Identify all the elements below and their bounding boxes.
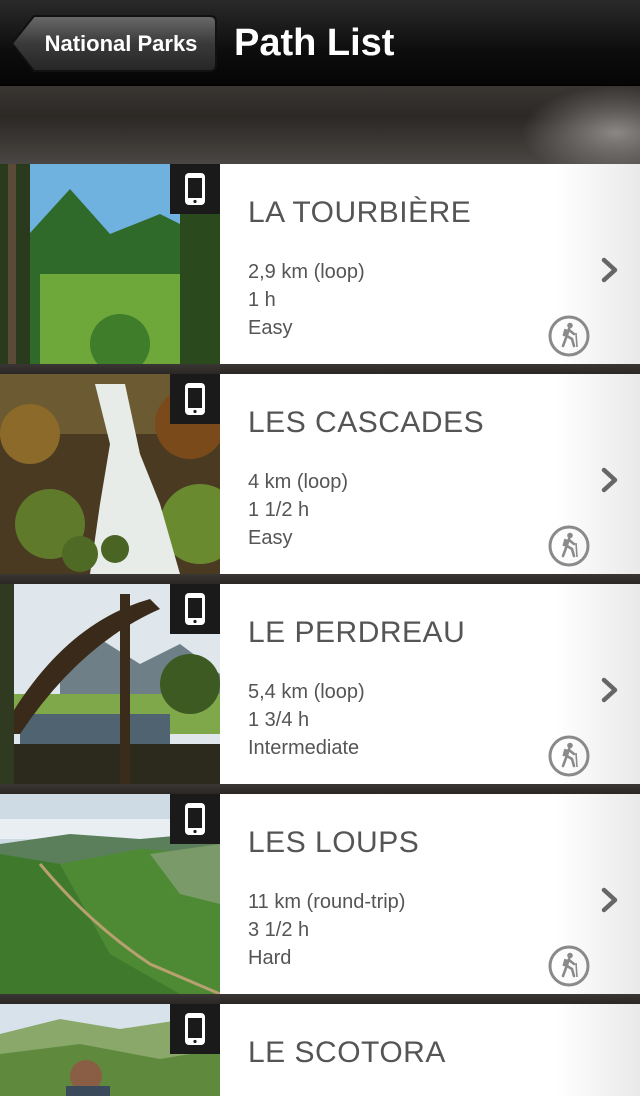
- trail-duration: 1 3/4 h: [248, 709, 310, 731]
- chevron-right-icon: [601, 257, 618, 283]
- row-separator: [0, 784, 640, 794]
- trail-card: LES CASCADES 4 km (loop) 1 1/2 h Easy: [220, 374, 640, 574]
- trail-details: 2,9 km (loop) 1 h Easy: [248, 258, 365, 342]
- trail-distance: 4 km (loop): [248, 471, 349, 493]
- trail-duration: 1 h: [248, 289, 276, 311]
- row-separator: [0, 364, 640, 374]
- trail-duration: 3 1/2 h: [248, 919, 310, 941]
- trail-difficulty: Intermediate: [248, 737, 360, 759]
- trail-name: LE SCOTORA: [248, 1036, 446, 1069]
- header-photo-strip: [0, 86, 640, 164]
- trail-name: LA TOURBIÈRE: [248, 196, 472, 229]
- trail-card: LE SCOTORA: [220, 1004, 640, 1096]
- mobile-phone-icon: [170, 164, 220, 214]
- trail-distance: 5,4 km (loop): [248, 681, 365, 703]
- hiker-icon: [548, 315, 590, 357]
- mobile-phone-icon: [170, 374, 220, 424]
- chevron-right-icon: [601, 677, 618, 703]
- trail-distance: 2,9 km (loop): [248, 261, 365, 283]
- trail-name: LES LOUPS: [248, 826, 420, 859]
- trail-details: 5,4 km (loop) 1 3/4 h Intermediate: [248, 678, 365, 762]
- trail-card: LA TOURBIÈRE 2,9 km (loop) 1 h Easy: [220, 164, 640, 364]
- trail-details: 11 km (round-trip) 3 1/2 h Hard: [248, 888, 405, 972]
- chevron-right-icon: [601, 467, 618, 493]
- trail-row[interactable]: LES CASCADES 4 km (loop) 1 1/2 h Easy: [0, 374, 640, 574]
- trail-card: LE PERDREAU 5,4 km (loop) 1 3/4 h Interm…: [220, 584, 640, 784]
- hiker-icon: [548, 945, 590, 987]
- trail-difficulty: Hard: [248, 947, 292, 969]
- trail-row[interactable]: LES LOUPS 11 km (round-trip) 3 1/2 h Har…: [0, 794, 640, 994]
- row-separator: [0, 994, 640, 1004]
- trail-name: LES CASCADES: [248, 406, 485, 439]
- trail-card: LES LOUPS 11 km (round-trip) 3 1/2 h Har…: [220, 794, 640, 994]
- hiker-icon: [548, 735, 590, 777]
- row-separator: [0, 574, 640, 584]
- mobile-phone-icon: [170, 794, 220, 844]
- trail-row[interactable]: LE SCOTORA: [0, 1004, 640, 1096]
- hiker-icon: [548, 525, 590, 567]
- trail-name: LE PERDREAU: [248, 616, 466, 649]
- chevron-right-icon: [601, 887, 618, 913]
- mobile-phone-icon: [170, 1004, 220, 1054]
- mobile-phone-icon: [170, 584, 220, 634]
- back-button-label: National Parks: [44, 30, 198, 56]
- back-button[interactable]: National Parks: [10, 14, 218, 73]
- trail-row[interactable]: LA TOURBIÈRE 2,9 km (loop) 1 h Easy: [0, 164, 640, 364]
- trail-duration: 1 1/2 h: [248, 499, 310, 521]
- page-title: Path List: [234, 22, 395, 64]
- navigation-bar: National Parks Path List: [0, 0, 640, 86]
- trail-difficulty: Easy: [248, 527, 293, 549]
- trail-details: 4 km (loop) 1 1/2 h Easy: [248, 468, 348, 552]
- trail-difficulty: Easy: [248, 317, 293, 339]
- trail-distance: 11 km (round-trip): [248, 891, 406, 913]
- trail-row[interactable]: LE PERDREAU 5,4 km (loop) 1 3/4 h Interm…: [0, 584, 640, 784]
